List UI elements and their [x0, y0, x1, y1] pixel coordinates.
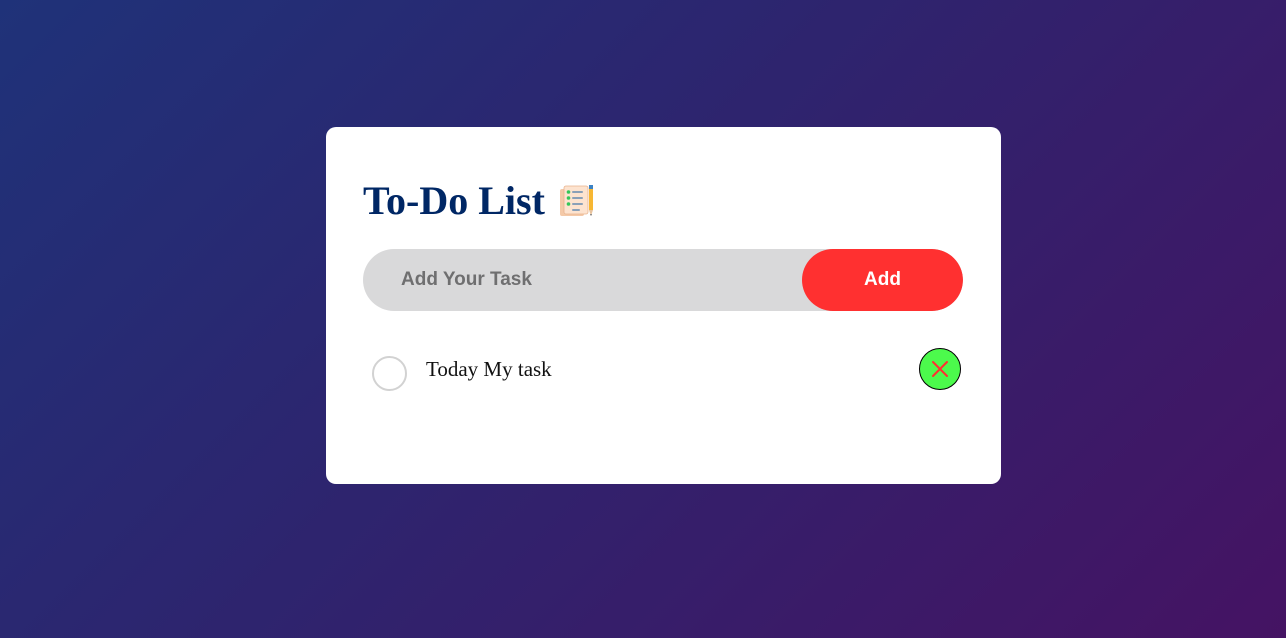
- close-icon: [932, 361, 948, 377]
- circle-unchecked-icon[interactable]: [372, 356, 407, 391]
- task-input[interactable]: [363, 249, 802, 311]
- add-button[interactable]: Add: [802, 249, 963, 311]
- task-text: Today My task: [426, 357, 552, 381]
- todo-card: To-Do List Add Today My tas: [326, 127, 1001, 484]
- page-title: To-Do List: [363, 178, 545, 223]
- delete-button[interactable]: [919, 348, 961, 390]
- notepad-checklist-icon: [559, 183, 595, 219]
- title-row: To-Do List: [363, 177, 595, 225]
- list-item[interactable]: Today My task: [372, 347, 963, 393]
- add-task-bar: Add: [363, 249, 963, 311]
